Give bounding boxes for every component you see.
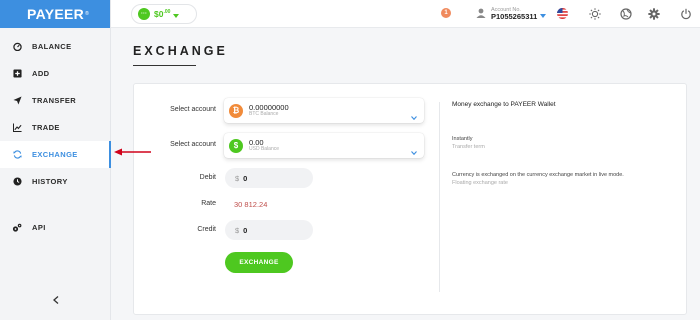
to-account-select[interactable]: $ 0.00 USD Balance <box>224 133 424 158</box>
clock-icon <box>12 177 22 187</box>
wallet-coin-icon: ··· <box>138 8 150 20</box>
sidebar-item-add[interactable]: ADD <box>0 60 110 87</box>
gear-icon[interactable] <box>647 7 660 20</box>
card-divider <box>439 102 440 292</box>
caret-down-icon <box>540 5 547 23</box>
title-underline <box>133 65 196 66</box>
us-flag-icon[interactable] <box>556 7 569 20</box>
refresh-icon <box>12 150 22 160</box>
rate-note-label: Floating exchange rate <box>452 180 508 186</box>
rate-value: 30 812.24 <box>234 200 268 209</box>
account-menu[interactable]: Account No. P1055265311 <box>476 4 547 24</box>
chevron-left-icon <box>53 291 59 309</box>
debit-value: 0 <box>243 173 248 183</box>
page-title: EXCHANGE <box>133 44 228 58</box>
from-account-sub: BTC Balance <box>249 110 279 117</box>
sidebar-spacer <box>0 195 110 214</box>
annotation-arrow-icon <box>114 148 151 156</box>
balance-amount: $0.00 <box>154 9 171 19</box>
sidebar-item-history[interactable]: HISTORY <box>0 168 110 195</box>
sidebar-item-transfer[interactable]: TRANSFER <box>0 87 110 114</box>
rate-note: Currency is exchanged on the currency ex… <box>452 172 624 178</box>
gauge-icon <box>12 42 22 52</box>
from-account-label: Select account <box>170 106 216 113</box>
credit-label: Credit <box>197 226 216 233</box>
sidebar-item-exchange[interactable]: EXCHANGE <box>0 141 111 168</box>
bitcoin-icon: ₿ <box>229 103 243 118</box>
dollar-icon: $ <box>229 138 243 153</box>
collapse-sidebar-button[interactable] <box>50 294 62 306</box>
plus-square-icon <box>12 69 22 79</box>
exchange-button[interactable]: EXCHANGE <box>225 252 293 273</box>
balance-dropdown[interactable]: ··· $0.00 <box>131 4 197 24</box>
sun-icon[interactable] <box>588 7 601 20</box>
chevron-down-icon <box>411 142 417 160</box>
gears-icon <box>12 223 22 233</box>
rate-label: Rate <box>201 200 216 207</box>
credit-currency: $ <box>235 225 240 235</box>
credit-value: 0 <box>243 225 248 235</box>
sidebar-item-trade[interactable]: TRADE <box>0 114 110 141</box>
user-icon <box>476 5 486 23</box>
caret-down-icon <box>173 5 180 23</box>
credit-input[interactable]: $ 0 <box>225 220 313 240</box>
power-icon[interactable] <box>679 7 692 20</box>
chevron-down-icon <box>411 107 417 125</box>
info-title: Money exchange to PAYEER Wallet <box>452 101 556 108</box>
transfer-term-value: Instantly <box>452 136 473 142</box>
account-number: P1055265311 <box>491 11 538 21</box>
sidebar-item-api[interactable]: API <box>0 214 110 241</box>
payeer-logo[interactable]: PAYEER ® <box>0 0 110 28</box>
to-account-label: Select account <box>170 141 216 148</box>
chart-icon <box>12 123 22 133</box>
transfer-term-label: Transfer term <box>452 144 485 150</box>
globe-icon[interactable] <box>619 7 632 20</box>
paper-plane-icon <box>12 96 22 106</box>
sidebar: PAYEER ® BALANCE ADD TRANSFER TRADE EXCH… <box>0 0 111 320</box>
debit-label: Debit <box>199 174 216 181</box>
debit-currency: $ <box>235 173 240 183</box>
sidebar-nav: BALANCE ADD TRANSFER TRADE EXCHANGE HIST… <box>0 33 111 241</box>
debit-input[interactable]: $ 0 <box>225 168 313 188</box>
from-account-select[interactable]: ₿ 0.00000000 BTC Balance <box>224 98 424 123</box>
to-account-sub: USD Balance <box>249 145 280 152</box>
topbar: ··· $0.00 1 Account No. P1055265311 <box>111 0 700 28</box>
exchange-card: Select account ₿ 0.00000000 BTC Balance … <box>133 83 687 315</box>
notification-badge[interactable]: 1 <box>441 8 451 18</box>
sidebar-item-balance[interactable]: BALANCE <box>0 33 110 60</box>
